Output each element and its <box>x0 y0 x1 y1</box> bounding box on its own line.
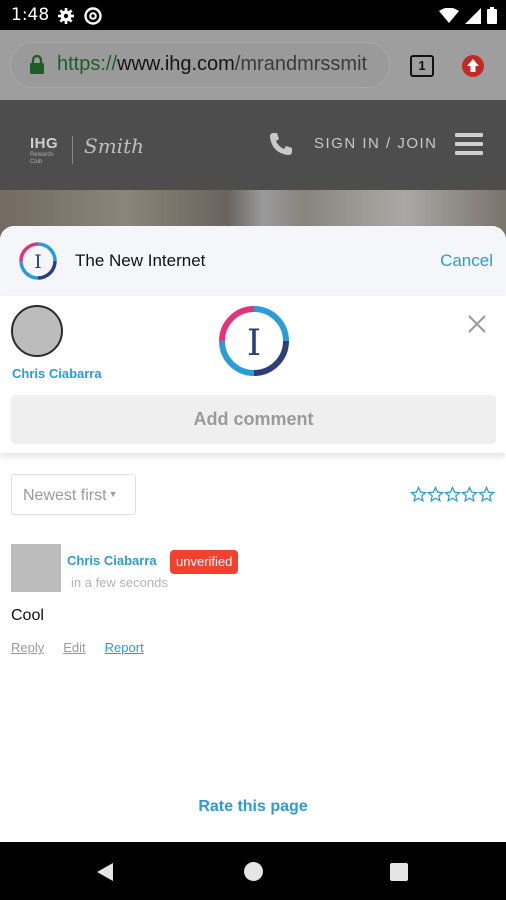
url-host: www.ihg.com <box>117 53 235 75</box>
smith-logo: Smith <box>84 134 144 158</box>
ihg-sub1: Rewards <box>30 152 54 158</box>
comment-body: Cool <box>11 607 44 624</box>
battery-icon <box>487 7 497 24</box>
ihg-sub2: Club <box>30 159 43 165</box>
sheet-title: The New Internet <box>75 251 206 270</box>
sheet-header: I The New Internet Cancel <box>0 226 506 296</box>
lock-icon <box>30 55 44 74</box>
browser-toolbar: https://www.ihg.com/mrandmrssmit 1 <box>0 30 506 100</box>
comment-timestamp: in a few seconds <box>71 575 168 590</box>
comment-author[interactable]: Chris Ciabarra <box>67 553 157 568</box>
tab-switcher-button[interactable]: 1 <box>410 55 434 77</box>
svg-text:I: I <box>34 251 42 273</box>
svg-text:I: I <box>247 323 261 364</box>
reply-link[interactable]: Reply <box>11 640 44 655</box>
close-icon[interactable] <box>467 314 487 334</box>
back-icon[interactable] <box>96 862 114 882</box>
edit-link[interactable]: Edit <box>63 640 85 655</box>
current-user-name[interactable]: Chris Ciabarra <box>12 366 102 381</box>
gear-icon <box>58 8 74 24</box>
avatar[interactable] <box>11 305 63 357</box>
caret-icon: ▼ <box>108 489 118 499</box>
site-header: IHG Rewards Club Smith SIGN IN / JOIN <box>0 100 506 190</box>
url-scheme: https:// <box>57 53 118 75</box>
rating-stars[interactable] <box>410 486 495 503</box>
star-icon[interactable] <box>478 486 495 503</box>
star-icon[interactable] <box>427 486 444 503</box>
status-time: 1:48 <box>11 5 50 25</box>
status-bar: 1:48 <box>0 0 506 30</box>
unverified-badge: unverified <box>170 550 239 574</box>
new-internet-logo-icon: I <box>219 306 289 376</box>
comment-sheet: I The New Internet Cancel Chris Ciabarra… <box>0 226 506 842</box>
star-icon[interactable] <box>461 486 478 503</box>
comment-actions: Reply Edit Report <box>11 640 144 655</box>
rate-page-link[interactable]: Rate this page <box>0 798 506 816</box>
sort-label: Newest first <box>23 487 107 504</box>
ihg-logo[interactable]: IHG Rewards Club <box>30 135 58 166</box>
comment-avatar[interactable] <box>11 544 61 592</box>
home-icon[interactable] <box>244 862 263 881</box>
new-internet-logo-icon: I <box>19 242 57 280</box>
add-comment-button[interactable]: Add comment <box>11 395 496 444</box>
sign-in-link[interactable]: SIGN IN / JOIN <box>314 135 438 152</box>
vpn-icon <box>84 7 102 25</box>
url-path: /mrandmrssmit <box>234 53 368 75</box>
comment-composer: Chris Ciabarra I Add comment <box>0 296 506 453</box>
signal-icon <box>465 7 481 24</box>
system-nav-bar <box>0 842 506 900</box>
logo-divider <box>72 136 73 164</box>
star-icon[interactable] <box>410 486 427 503</box>
url-bar[interactable]: https://www.ihg.com/mrandmrssmit <box>10 42 390 88</box>
cancel-button[interactable]: Cancel <box>440 251 493 271</box>
sort-dropdown[interactable]: Newest first ▼ <box>11 474 136 515</box>
ihg-brand: IHG <box>30 135 59 152</box>
url-text: https://www.ihg.com/mrandmrssmit <box>57 53 382 76</box>
report-link[interactable]: Report <box>105 640 144 655</box>
update-icon[interactable] <box>461 54 485 78</box>
recents-icon[interactable] <box>390 863 408 881</box>
status-right-icons <box>439 7 497 24</box>
star-icon[interactable] <box>444 486 461 503</box>
wifi-icon <box>439 7 459 23</box>
menu-icon[interactable] <box>455 133 483 155</box>
phone-icon[interactable] <box>268 131 294 157</box>
